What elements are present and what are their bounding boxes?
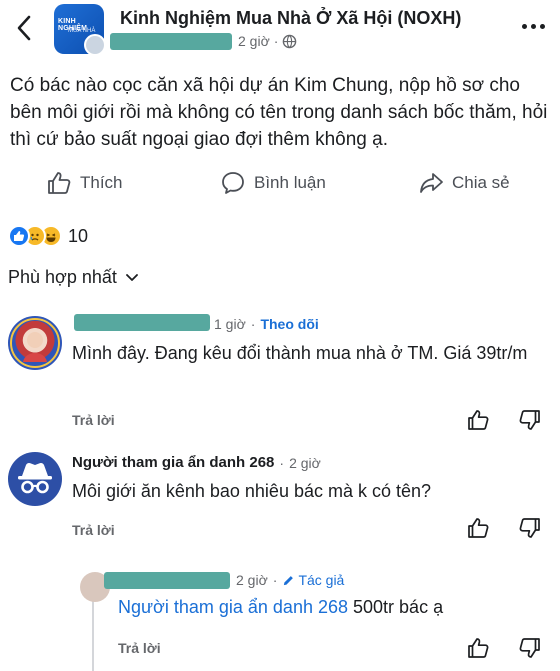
separator-dot: · — [279, 454, 285, 471]
comment-text: Môi giới ăn kênh bao nhiêu bác mà k có t… — [72, 481, 432, 501]
comment-sort-dropdown[interactable]: Phù hợp nhất — [8, 267, 139, 288]
reply-button[interactable]: Trả lời — [118, 640, 161, 656]
comment-time: 1 giờ — [214, 316, 246, 332]
comment-dislike-icon[interactable] — [518, 408, 542, 432]
commenter-avatar[interactable] — [8, 316, 62, 370]
anonymous-icon — [18, 463, 52, 494]
comment-meta: 1 giờ · Theo dõi — [214, 316, 319, 332]
reply-body: 500tr bác ạ — [348, 597, 444, 617]
follow-button[interactable]: Theo dõi — [260, 316, 318, 332]
post-header: KINH NGHIỆM MUA NHÀ Kinh Nghiệm Mua Nhà … — [0, 0, 560, 64]
comment-like-icon[interactable] — [466, 516, 490, 540]
comment-label: Bình luận — [254, 173, 326, 192]
author-tag: Tác giả — [282, 572, 344, 588]
reply-meta: 2 giờ · Tác giả — [236, 572, 344, 588]
share-label: Chia sẻ — [452, 173, 510, 192]
share-button[interactable]: Chia sẻ — [418, 165, 510, 201]
anonymous-avatar[interactable] — [8, 452, 62, 506]
comment-like-icon[interactable] — [466, 408, 490, 432]
separator-dot: · — [272, 572, 278, 588]
sort-label: Phù hợp nhất — [8, 267, 117, 287]
pencil-icon — [284, 575, 294, 585]
comment-meta: Người tham gia ẩn danh 268 · 2 giờ — [72, 454, 321, 471]
reaction-summary[interactable]: 10 — [8, 224, 88, 248]
post-actions: Thích Bình luận Chia sẻ — [0, 165, 560, 201]
mention-link[interactable]: Người tham gia ẩn danh 268 — [118, 597, 348, 617]
comment-item: 1 giờ · Theo dõi Mình đây. Đang kêu đổi … — [0, 308, 560, 438]
comment-dislike-icon[interactable] — [518, 516, 542, 540]
comment-like-icon[interactable] — [466, 636, 490, 660]
more-dot-icon — [530, 23, 536, 29]
like-label: Thích — [80, 173, 123, 192]
group-avatar-subtext: MUA NHÀ — [68, 28, 96, 34]
more-dot-icon — [521, 23, 527, 29]
like-button[interactable]: Thích — [46, 165, 123, 201]
post-time-label: 2 giờ — [238, 33, 270, 49]
chevron-down-icon — [125, 273, 138, 281]
reaction-count: 10 — [68, 225, 89, 246]
thumbs-up-icon — [48, 172, 71, 194]
comment-time: 2 giờ — [289, 454, 321, 471]
comment-dislike-icon[interactable] — [518, 636, 542, 660]
group-name[interactable]: Kinh Nghiệm Mua Nhà Ở Xã Hội (NOXH) — [120, 8, 461, 29]
reply-item: 2 giờ · Tác giả Người tham gia ẩn danh 2… — [0, 566, 560, 671]
reply-button[interactable]: Trả lời — [72, 412, 115, 428]
redacted-poster-name — [110, 33, 232, 50]
comment-bubble-icon — [222, 172, 244, 194]
poster-avatar[interactable] — [84, 34, 106, 56]
like-reaction-icon — [8, 225, 30, 247]
globe-icon — [283, 34, 297, 48]
comment-author[interactable]: Người tham gia ẩn danh 268 — [72, 454, 274, 471]
comment-button[interactable]: Bình luận — [220, 165, 326, 201]
back-arrow-icon — [17, 15, 31, 41]
reply-button[interactable]: Trả lời — [72, 522, 115, 538]
comment-text: Mình đây. Đang kêu đổi thành mua nhà ở T… — [72, 343, 528, 363]
separator-dot: · — [273, 33, 279, 49]
comment-item: Người tham gia ẩn danh 268 · 2 giờ Môi g… — [0, 448, 560, 558]
back-button[interactable] — [8, 12, 40, 44]
separator-dot: · — [250, 316, 256, 332]
share-arrow-icon — [420, 173, 443, 193]
reply-text: Người tham gia ẩn danh 268 500tr bác ạ — [118, 594, 548, 620]
author-tag-label: Tác giả — [298, 572, 345, 588]
redacted-commenter-name — [74, 314, 210, 331]
post-text: Có bác nào cọc căn xã hội dự án Kim Chun… — [10, 75, 548, 150]
reply-time: 2 giờ — [236, 572, 268, 588]
post-time: 2 giờ · — [238, 33, 297, 49]
more-dot-icon — [539, 23, 545, 29]
redacted-reply-author-name — [104, 572, 230, 589]
more-options-button[interactable] — [518, 14, 548, 38]
